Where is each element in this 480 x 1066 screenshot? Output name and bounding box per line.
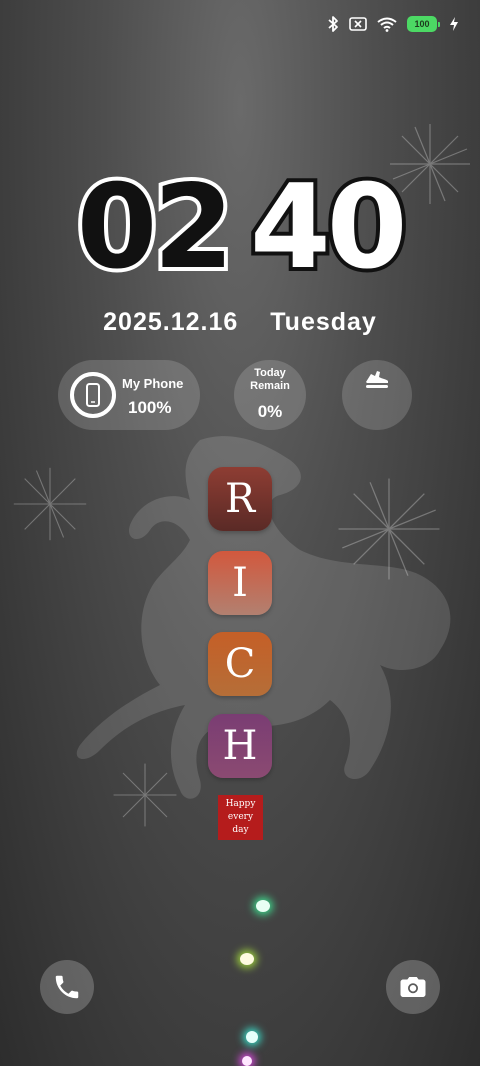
rich-tile-h[interactable]: H: [208, 714, 272, 778]
phone-shortcut-button[interactable]: [40, 960, 94, 1014]
battery-icon: 100: [407, 16, 440, 32]
tile-letter: H: [222, 723, 258, 769]
battery-ring: [70, 372, 116, 418]
rich-tile-r[interactable]: R: [208, 467, 272, 531]
battery-level: 100: [407, 16, 437, 32]
no-sim-icon: [349, 17, 367, 31]
today-remain-widget[interactable]: Today Remain 0%: [234, 360, 306, 430]
firework-icon: [13, 467, 87, 541]
rich-tile-i[interactable]: I: [208, 551, 272, 615]
firework-icon: [113, 763, 177, 827]
rich-tile-c[interactable]: C: [208, 632, 272, 696]
camera-shortcut-button[interactable]: [386, 960, 440, 1014]
steps-widget[interactable]: [342, 360, 412, 430]
happy-stamp: Happy every day: [218, 795, 263, 840]
camera-icon: [400, 977, 426, 997]
charging-bolt-icon: [450, 17, 458, 31]
phone-icon: [55, 975, 79, 999]
firework-icon: [338, 478, 440, 580]
running-shoe-icon: [366, 371, 388, 388]
wifi-icon: [377, 17, 397, 32]
phone-battery-widget[interactable]: My Phone 100%: [58, 360, 200, 430]
glow-dot: [242, 1056, 252, 1066]
tile-letter: R: [224, 476, 256, 522]
clock-minutes: 40: [246, 160, 411, 295]
phone-name: My Phone: [122, 376, 184, 391]
bluetooth-icon: [327, 15, 339, 33]
tile-letter: I: [232, 560, 248, 606]
widget-row: My Phone 100% Today Remain 0%: [58, 360, 418, 432]
today-remain-label: Today Remain: [250, 367, 290, 392]
today-remain-value: 0%: [257, 402, 283, 421]
weekday-text: Tuesday: [270, 308, 377, 336]
status-bar: 100: [327, 12, 458, 36]
date-row: 2025.12.16 Tuesday: [0, 308, 480, 337]
phone-battery-percent: 100%: [128, 398, 172, 417]
lockscreen-clock: 02 40: [0, 160, 480, 295]
phone-icon: [86, 383, 100, 407]
date-text: 2025.12.16: [103, 308, 239, 336]
glow-dot: [246, 1031, 258, 1043]
glow-dot: [256, 900, 270, 912]
glow-dot: [240, 953, 254, 965]
stamp-text: Happy every day: [225, 799, 256, 835]
tile-letter: C: [224, 641, 256, 687]
clock-hours: 02: [73, 160, 238, 295]
